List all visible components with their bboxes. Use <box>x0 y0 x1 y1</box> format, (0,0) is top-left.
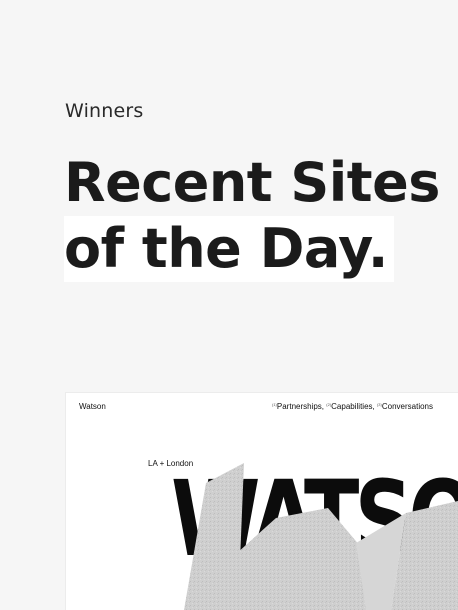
section-eyebrow: Winners <box>65 100 144 122</box>
page: { "section": { "eyebrow": "Winners", "he… <box>0 0 458 610</box>
section-title-line1: Recent Sites <box>64 151 440 214</box>
preview-shard-graphic <box>184 463 458 610</box>
section-title: Recent Sites of the Day. <box>64 150 444 282</box>
section-title-line2: of the Day. <box>64 216 394 282</box>
site-preview-card[interactable]: Watson (1)Partnerships, (2)Capabilities,… <box>66 393 458 610</box>
